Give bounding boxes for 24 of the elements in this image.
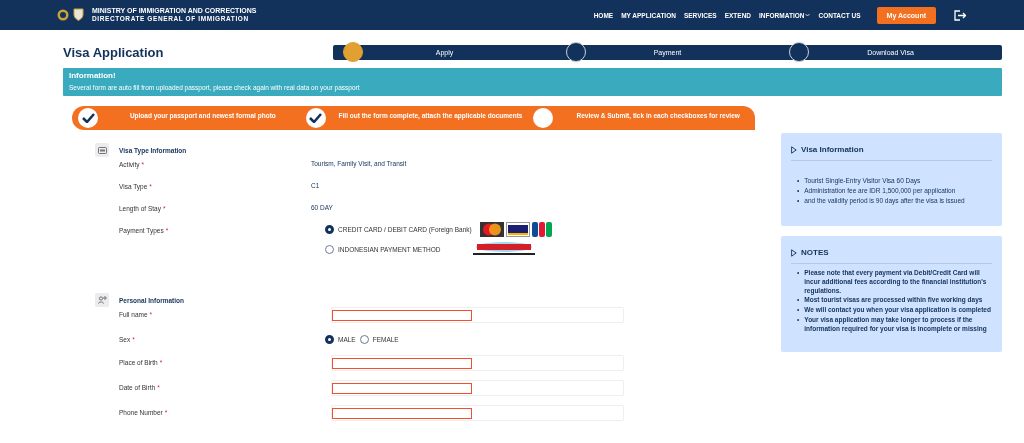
input-field[interactable] <box>331 380 624 396</box>
input-field[interactable] <box>331 355 624 371</box>
shield-icon <box>73 8 84 22</box>
radio-button[interactable] <box>325 244 334 254</box>
radio-button[interactable] <box>359 335 369 344</box>
radio-button[interactable] <box>325 335 334 344</box>
people-icon <box>95 293 109 307</box>
card-logo <box>479 222 504 237</box>
logout-icon[interactable] <box>954 9 966 21</box>
input-field[interactable] <box>331 405 624 421</box>
card-title: NOTES <box>801 248 829 257</box>
page-title: Visa Application <box>63 45 165 60</box>
input-field[interactable] <box>331 307 624 323</box>
radio-button[interactable] <box>325 225 334 234</box>
emblem-icon <box>57 9 69 21</box>
info-title: Information! <box>69 71 117 80</box>
triangle-icon <box>791 145 797 154</box>
check-icon <box>81 113 95 123</box>
card-logo <box>505 222 530 237</box>
card-icon <box>95 143 109 157</box>
check-icon <box>309 113 323 123</box>
card-title: Visa Information <box>801 145 864 154</box>
triangle-icon <box>791 248 797 257</box>
card-logo <box>531 222 552 237</box>
